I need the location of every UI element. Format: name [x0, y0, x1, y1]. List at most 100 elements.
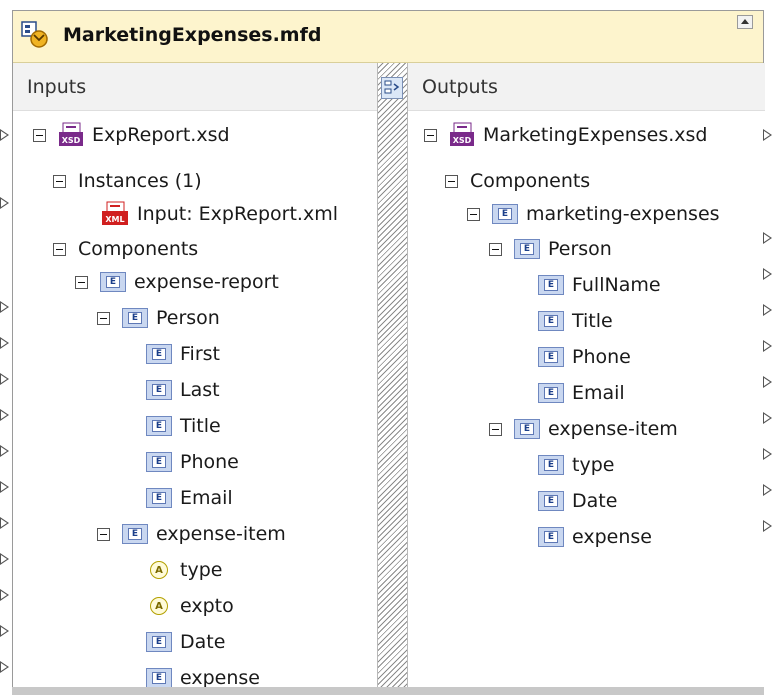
- tree-node-schema[interactable]: XSD MarketingExpenses.xsd: [424, 120, 707, 150]
- output-connector[interactable]: [763, 520, 772, 532]
- tree-node-last[interactable]: E Last: [146, 375, 220, 405]
- tree-node-date[interactable]: E Date: [146, 627, 225, 657]
- output-connector[interactable]: [763, 129, 772, 141]
- svg-text:XSD: XSD: [453, 136, 472, 145]
- instance-file-label: Input: ExpReport.xml: [137, 203, 339, 225]
- tree-node-email[interactable]: E Email: [538, 378, 625, 408]
- collapse-toggle[interactable]: [97, 311, 110, 325]
- output-connector[interactable]: [763, 484, 772, 496]
- mapping-file-icon: [21, 21, 48, 48]
- input-connector[interactable]: [0, 337, 9, 349]
- tree-node-components[interactable]: Components: [53, 234, 198, 264]
- input-connector[interactable]: [0, 553, 9, 565]
- element-icon: E: [146, 668, 172, 688]
- tree-node-first[interactable]: E First: [146, 339, 220, 369]
- xml-file-icon: XML: [102, 201, 128, 225]
- output-connector[interactable]: [763, 448, 772, 460]
- collapse-toggle[interactable]: [489, 242, 502, 256]
- tree-node-title[interactable]: E Title: [146, 411, 221, 441]
- splitter-toggle-button[interactable]: [381, 77, 403, 99]
- element-label: Date: [572, 490, 618, 512]
- collapse-toggle[interactable]: [489, 422, 502, 436]
- element-icon: E: [538, 383, 564, 403]
- element-icon: E: [146, 344, 172, 364]
- collapse-toggle[interactable]: [75, 275, 88, 289]
- input-connector[interactable]: [0, 373, 9, 385]
- input-connector[interactable]: [0, 661, 9, 673]
- xsd-file-icon: XSD: [450, 122, 474, 146]
- pane-splitter[interactable]: [377, 63, 408, 695]
- tree-node-date[interactable]: E Date: [538, 486, 617, 516]
- mapping-component[interactable]: MarketingExpenses.mfd Inputs XSD ExpRepo…: [12, 10, 765, 695]
- tree-node-schema[interactable]: XSD ExpReport.xsd: [33, 120, 230, 150]
- outputs-pane: Outputs XSD MarketingExpenses.xsd Compon…: [408, 63, 765, 695]
- output-connector[interactable]: [763, 412, 772, 424]
- tree-node-components[interactable]: Components: [445, 166, 590, 196]
- input-connector[interactable]: [0, 301, 9, 313]
- tree-node-type-attr[interactable]: A type: [150, 555, 222, 585]
- xsd-file-icon: XSD: [59, 122, 83, 146]
- tree-node-fullname[interactable]: E FullName: [538, 270, 661, 300]
- attribute-label: expto: [180, 595, 234, 617]
- element-label: expense: [572, 526, 652, 548]
- output-connector[interactable]: [763, 232, 772, 244]
- outputs-header-label: Outputs: [422, 76, 498, 98]
- element-icon: E: [514, 239, 540, 259]
- element-icon: E: [100, 272, 126, 292]
- input-connector[interactable]: [0, 445, 9, 457]
- collapse-toggle[interactable]: [424, 128, 437, 142]
- tree-node-expense-report[interactable]: E expense-report: [75, 267, 279, 297]
- inputs-header: Inputs: [13, 63, 377, 111]
- collapse-toggle[interactable]: [467, 207, 480, 221]
- input-connector[interactable]: [0, 409, 9, 421]
- element-label: Title: [572, 310, 613, 332]
- collapse-button[interactable]: [737, 15, 753, 29]
- collapse-toggle[interactable]: [97, 527, 110, 541]
- component-title-bar[interactable]: MarketingExpenses.mfd: [13, 11, 763, 63]
- tree-node-expense-item[interactable]: E expense-item: [489, 414, 678, 444]
- element-label: Phone: [180, 451, 239, 473]
- output-connector[interactable]: [763, 268, 772, 280]
- tree-node-phone[interactable]: E Phone: [538, 342, 631, 372]
- tree-node-expense[interactable]: E expense: [538, 522, 652, 552]
- horizontal-scrollbar[interactable]: [12, 687, 764, 695]
- input-connector[interactable]: [0, 517, 9, 529]
- input-connector[interactable]: [0, 197, 9, 209]
- tree-node-person[interactable]: E Person: [97, 303, 220, 333]
- tree-node-email[interactable]: E Email: [146, 483, 233, 513]
- element-label: Person: [548, 238, 612, 260]
- output-connector[interactable]: [763, 304, 772, 316]
- input-connector[interactable]: [0, 589, 9, 601]
- element-label: Date: [180, 631, 226, 653]
- tree-node-marketing-expenses[interactable]: E marketing-expenses: [467, 199, 720, 229]
- element-icon: E: [122, 524, 148, 544]
- element-label: expense-item: [156, 523, 286, 545]
- collapse-toggle[interactable]: [445, 174, 458, 188]
- element-label: Email: [572, 382, 625, 404]
- attribute-icon: A: [150, 597, 168, 615]
- collapse-toggle[interactable]: [53, 174, 66, 188]
- element-icon: E: [146, 416, 172, 436]
- element-label: Email: [180, 487, 233, 509]
- instances-label: Instances (1): [78, 170, 202, 192]
- input-connector[interactable]: [0, 129, 9, 141]
- components-label: Components: [78, 238, 199, 260]
- attribute-icon: A: [150, 561, 168, 579]
- tree-node-title[interactable]: E Title: [538, 306, 613, 336]
- tree-node-type[interactable]: E type: [538, 450, 614, 480]
- input-connector[interactable]: [0, 481, 9, 493]
- tree-node-instances[interactable]: Instances (1): [53, 166, 202, 196]
- element-label: First: [180, 343, 220, 365]
- output-connector[interactable]: [763, 340, 772, 352]
- collapse-toggle[interactable]: [33, 128, 46, 142]
- output-connector[interactable]: [763, 376, 772, 388]
- input-connector[interactable]: [0, 625, 9, 637]
- collapse-toggle[interactable]: [53, 242, 66, 256]
- tree-node-person[interactable]: E Person: [489, 234, 612, 264]
- tree-node-instance-file[interactable]: XML Input: ExpReport.xml: [101, 199, 338, 229]
- tree-node-phone[interactable]: E Phone: [146, 447, 239, 477]
- tree-node-expto-attr[interactable]: A expto: [150, 591, 234, 621]
- tree-node-expense-item[interactable]: E expense-item: [97, 519, 286, 549]
- attribute-label: type: [180, 559, 223, 581]
- components-label: Components: [470, 170, 591, 192]
